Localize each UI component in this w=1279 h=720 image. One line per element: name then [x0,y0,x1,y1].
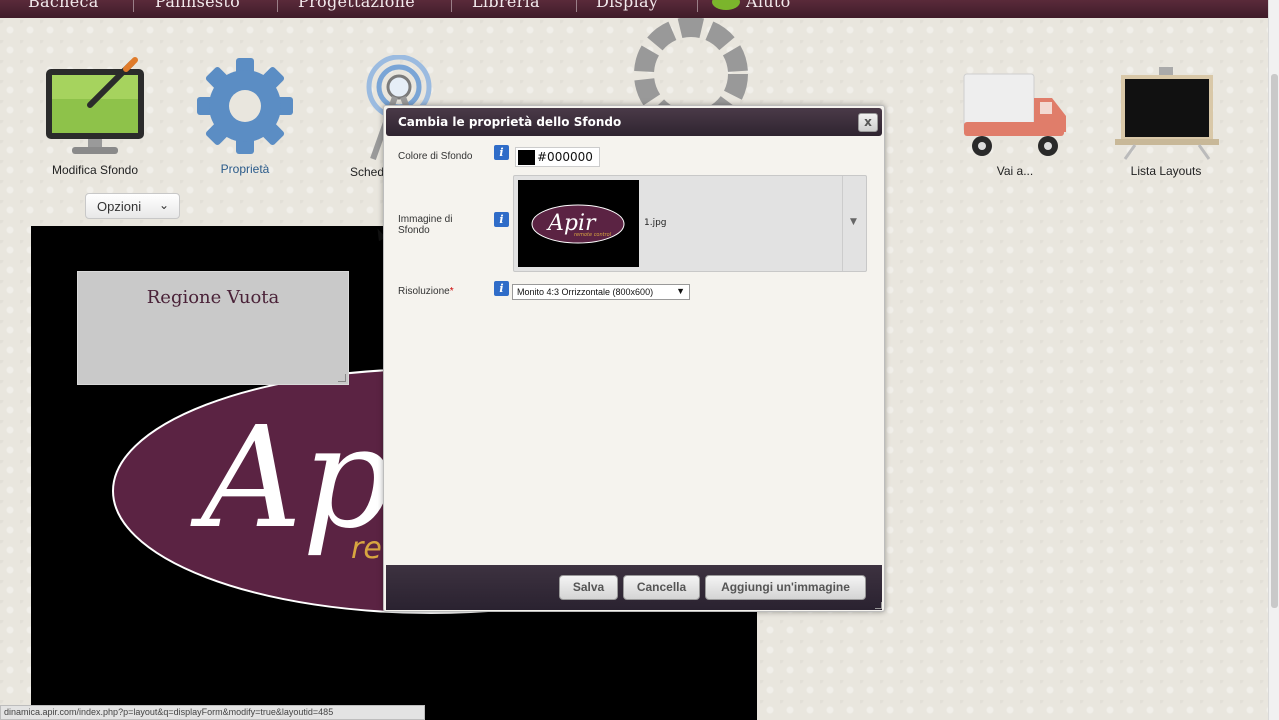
resize-grip-icon[interactable] [338,374,346,382]
nav-libreria[interactable]: Libreria [472,0,540,11]
required-marker: * [449,286,454,297]
modifica-sfondo-label: Modifica Sfondo [51,163,139,177]
nav-separator [576,0,577,12]
scrollbar-thumb[interactable] [1271,74,1278,608]
dialog-title-bar[interactable]: Cambia le proprietà dello Sfondo x [386,108,882,136]
risoluzione-label: Risoluzione* [398,286,454,297]
nav-separator [133,0,134,12]
page-scrollbar[interactable] [1268,0,1279,720]
salva-button[interactable]: Salva [559,575,618,600]
lista-layouts-tool[interactable]: Lista Layouts [1110,65,1222,178]
nav-display[interactable]: Display [596,0,658,11]
chevron-down-icon: ⌄ [158,198,169,212]
canvas-logo-subtext: re [351,531,382,566]
risoluzione-label-text: Risoluzione [398,286,450,297]
monitor-edit-icon [46,57,144,154]
opzioni-dropdown[interactable]: Opzioni ⌄ [85,193,180,219]
nav-bacheca[interactable]: Bacheca [28,0,99,11]
dialog-title: Cambia le proprietà dello Sfondo [398,115,622,129]
help-bubble-icon [712,0,740,10]
gear-icon [197,58,293,154]
risoluzione-select[interactable]: Monito 4:3 Orrizzontale (800x600) ▼ [512,284,690,300]
dialog-close-button[interactable]: x [858,113,878,132]
color-swatch[interactable] [518,150,535,165]
blackboard-icon [1115,67,1219,160]
immagine-sfondo-label: Immagine di Sfondo [398,214,453,236]
nav-separator [277,0,278,12]
nav-separator [697,0,698,12]
immagine-filename: 1.jpg [644,218,667,228]
modifica-sfondo-tool[interactable]: Modifica Sfondo [38,55,152,177]
colore-sfondo-value: #000000 [537,150,593,164]
info-icon[interactable]: i [494,212,509,227]
cancella-button[interactable]: Cancella [623,575,700,600]
colore-sfondo-label: Colore di Sfondo [398,151,473,162]
nav-aiuto[interactable]: Aiuto [746,0,791,11]
thumb-logo-subtext: remote control [574,232,612,238]
caret-down-icon: ▼ [850,217,857,227]
region-title: Regione Vuota [146,287,280,308]
immagine-dropdown-toggle[interactable]: ▼ [842,176,866,271]
vai-a-label: Vai a... [996,164,1034,178]
immagine-sfondo-select[interactable]: Apir remote control 1.jpg ▼ [513,175,867,272]
top-nav: Bacheca Palinsesto Progettazione Libreri… [0,0,1268,18]
dialog-footer: Salva Cancella Aggiungi un'immagine [386,565,882,610]
colore-sfondo-input[interactable]: #000000 [515,147,600,167]
lista-layouts-label: Lista Layouts [1130,164,1202,178]
nav-separator [451,0,452,12]
opzioni-label: Opzioni [97,199,142,214]
background-properties-dialog: Cambia le proprietà dello Sfondo x Color… [383,105,885,612]
background-thumbnail: Apir remote control [518,180,639,267]
info-icon[interactable]: i [494,145,509,160]
proprieta-tool[interactable]: Proprietà [190,58,300,176]
truck-icon [963,73,1066,156]
risoluzione-value: Monito 4:3 Orrizzontale (800x600) [517,287,654,297]
nav-palinsesto[interactable]: Palinsesto [155,0,240,11]
caret-down-icon: ▼ [676,286,685,296]
dialog-resize-grip-icon[interactable] [875,602,882,609]
aggiungi-immagine-button[interactable]: Aggiungi un'immagine [705,575,866,600]
proprieta-label: Proprietà [220,162,270,176]
nav-progettazione[interactable]: Progettazione [298,0,415,11]
info-icon[interactable]: i [494,281,509,296]
empty-region[interactable]: Regione Vuota [77,271,349,385]
loading-spinner-icon [634,18,748,108]
status-bar-url: dinamica.apir.com/index.php?p=layout&q=d… [0,705,425,720]
vai-a-tool[interactable]: Vai a... [960,70,1070,178]
